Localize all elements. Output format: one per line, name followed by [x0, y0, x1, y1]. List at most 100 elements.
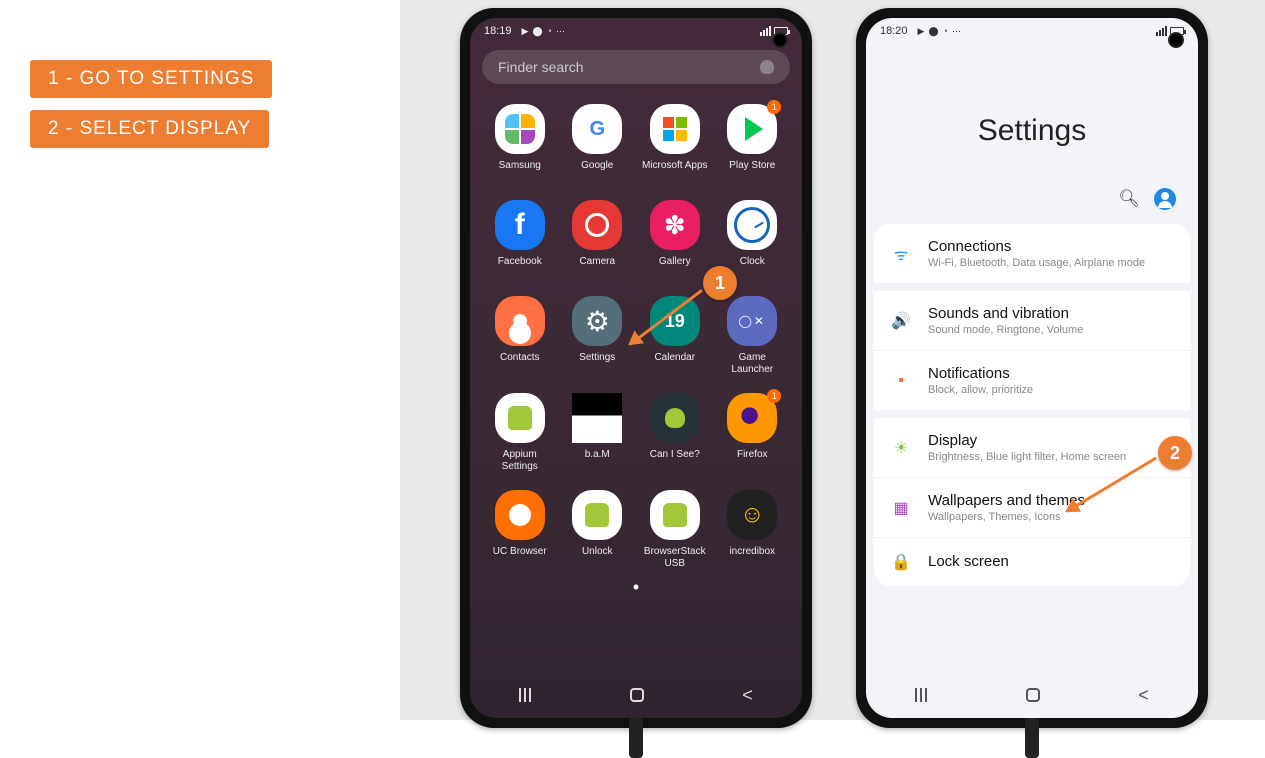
settings-item-wallpapers-and-themes[interactable]: ▦Wallpapers and themesWallpapers, Themes…	[874, 477, 1190, 537]
app-clock[interactable]: Clock	[717, 200, 789, 278]
nav-bar: <	[866, 678, 1198, 712]
settings-title: Settings	[866, 114, 1198, 148]
app-label: UC Browser	[493, 546, 547, 568]
app-google[interactable]: Google	[562, 104, 634, 182]
settings-item-title: Connections	[928, 238, 1174, 255]
nav-recent-button[interactable]	[915, 688, 927, 702]
notification-badge: 1	[767, 389, 781, 403]
nav-recent-button[interactable]	[519, 688, 531, 702]
notif-icon: ▪	[890, 372, 912, 390]
settings-icon	[572, 296, 622, 346]
app-microsoft-apps[interactable]: Microsoft Apps	[639, 104, 711, 182]
app-label: Facebook	[498, 256, 542, 278]
settings-item-text: Connections Wi-Fi, Bluetooth, Data usage,…	[928, 238, 1174, 269]
app-label: Camera	[579, 256, 615, 278]
nav-home-button[interactable]	[630, 688, 644, 702]
app-play-store[interactable]: 1 Play Store	[717, 104, 789, 182]
finder-placeholder: Finder search	[498, 59, 584, 75]
phone-app-drawer: 18:19 ▶⬤◔⋯ Finder search Samsung Google Mi…	[460, 8, 812, 728]
clock-icon	[727, 200, 777, 250]
gal-icon	[650, 200, 700, 250]
app-unlock[interactable]: Unlock	[562, 490, 634, 569]
conn-icon: ᯤ	[890, 243, 912, 265]
status-time: 18:19	[484, 25, 512, 37]
app-browserstack-usb[interactable]: BrowserStack USB	[639, 490, 711, 569]
unlock-icon	[572, 490, 622, 540]
wall-icon: ▦	[890, 498, 912, 518]
app-gallery[interactable]: Gallery	[639, 200, 711, 278]
app-label: Game Launcher	[717, 352, 789, 375]
finder-search[interactable]: Finder search	[482, 50, 790, 84]
app-label: Calendar	[654, 352, 695, 374]
app-label: Google	[581, 160, 613, 182]
settings-item-title: Lock screen	[928, 553, 1174, 570]
app-camera[interactable]: Camera	[562, 200, 634, 278]
app-label: Settings	[579, 352, 615, 374]
nav-back-button[interactable]: <	[1138, 685, 1149, 706]
status-icons: ▶⬤◔⋯	[522, 26, 565, 37]
fb-icon	[495, 200, 545, 250]
disp-icon: ☀	[890, 438, 912, 458]
app-firefox[interactable]: 1 Firefox	[717, 393, 789, 472]
app-label: Can I See?	[650, 449, 700, 471]
ff-icon: 1	[727, 393, 777, 443]
mic-icon[interactable]	[760, 60, 774, 74]
app-label: Microsoft Apps	[642, 160, 708, 182]
status-bar: 18:20 ▶⬤◔⋯	[866, 18, 1198, 44]
settings-item-text: Sounds and vibrationSound mode, Ringtone…	[928, 305, 1174, 336]
app-contacts[interactable]: Contacts	[484, 296, 556, 375]
settings-item-notifications[interactable]: ▪NotificationsBlock, allow, prioritize	[874, 350, 1190, 410]
lock-icon: 🔒	[890, 552, 912, 572]
status-time: 18:20	[880, 25, 908, 37]
app-appium-settings[interactable]: Appium Settings	[484, 393, 556, 472]
status-icons: ▶⬤◔⋯	[918, 26, 961, 37]
camera-hole-icon	[1168, 32, 1184, 48]
contacts-icon	[495, 296, 545, 346]
settings-item-title: Display	[928, 432, 1174, 449]
screen-app-drawer: 18:19 ▶⬤◔⋯ Finder search Samsung Google Mi…	[470, 18, 802, 718]
settings-toolbar: 🔍︎	[866, 188, 1198, 224]
settings-item-text: DisplayBrightness, Blue light filter, Ho…	[928, 432, 1174, 463]
nav-home-button[interactable]	[1026, 688, 1040, 702]
app-label: b.a.M	[585, 449, 610, 471]
settings-item-subtitle: Sound mode, Ringtone, Volume	[928, 324, 1174, 336]
play-icon: 1	[727, 104, 777, 154]
app-label: Samsung	[499, 160, 541, 182]
app-facebook[interactable]: Facebook	[484, 200, 556, 278]
app-can-i-see-[interactable]: Can I See?	[639, 393, 711, 472]
uc-icon	[495, 490, 545, 540]
app-label: Unlock	[582, 546, 613, 568]
settings-item-title: Wallpapers and themes	[928, 492, 1174, 509]
search-icon[interactable]: 🔍︎	[1118, 189, 1140, 209]
settings-list: ᯤ Connections Wi-Fi, Bluetooth, Data usage…	[874, 224, 1190, 586]
app-b-a-m[interactable]: b.a.M	[562, 393, 634, 472]
page-indicator: •	[470, 577, 802, 598]
notification-badge: 1	[767, 100, 781, 114]
settings-item-connections[interactable]: ᯤ Connections Wi-Fi, Bluetooth, Data usage…	[874, 224, 1190, 283]
settings-item-lock-screen[interactable]: 🔒 Lock screen	[874, 537, 1190, 586]
app-label: Firefox	[737, 449, 768, 471]
nav-bar: <	[470, 678, 802, 712]
google-icon	[572, 104, 622, 154]
camera-hole-icon	[772, 32, 788, 48]
app-label: Appium Settings	[484, 449, 556, 472]
app-label: BrowserStack USB	[639, 546, 711, 569]
app-incredibox[interactable]: incredibox	[717, 490, 789, 569]
settings-header: Settings	[866, 44, 1198, 188]
nav-back-button[interactable]: <	[742, 685, 753, 706]
app-settings[interactable]: Settings	[562, 296, 634, 375]
app-label: Gallery	[659, 256, 691, 278]
app-samsung[interactable]: Samsung	[484, 104, 556, 182]
settings-item-sounds-and-vibration[interactable]: 🔊Sounds and vibrationSound mode, Rington…	[874, 283, 1190, 350]
settings-item-subtitle: Wi-Fi, Bluetooth, Data usage, Airplane m…	[928, 257, 1174, 269]
app-label: Play Store	[729, 160, 775, 182]
step-1-label: 1 - GO TO SETTINGS	[30, 60, 272, 98]
annotation-marker-2: 2	[1158, 436, 1192, 470]
app-game-launcher[interactable]: Game Launcher	[717, 296, 789, 375]
phone-settings: 18:20 ▶⬤◔⋯ Settings 🔍︎ ᯤ Connections Wi-Fi…	[856, 8, 1208, 728]
appium-icon	[495, 393, 545, 443]
annotation-marker-1: 1	[703, 266, 737, 300]
account-icon[interactable]	[1154, 188, 1176, 210]
app-uc-browser[interactable]: UC Browser	[484, 490, 556, 569]
bam-icon	[572, 393, 622, 443]
